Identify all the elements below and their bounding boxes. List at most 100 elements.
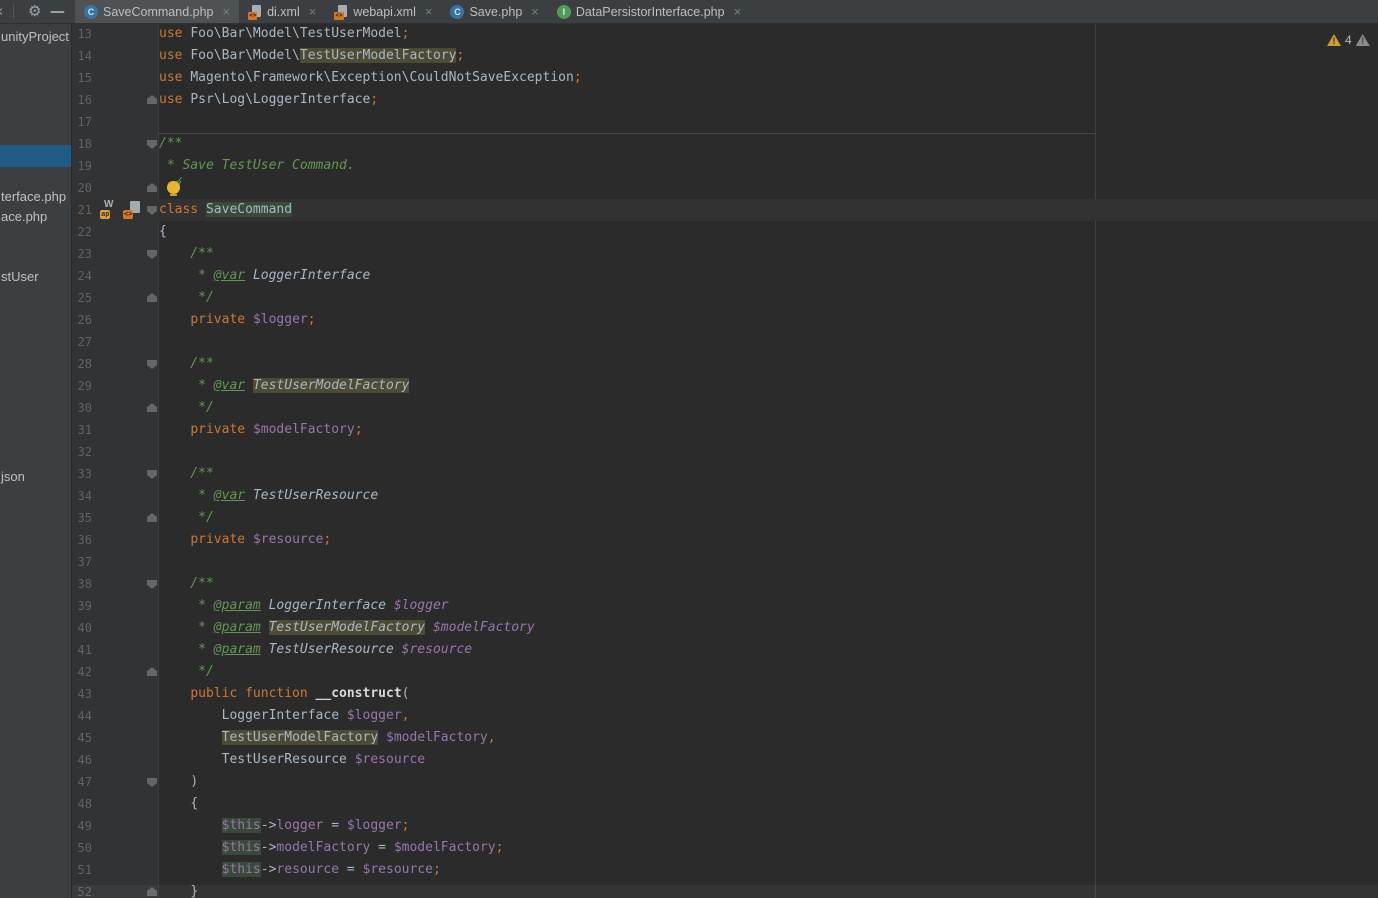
code-text[interactable]: TestUserModelFactory $modelFactory,: [159, 727, 496, 749]
code-text[interactable]: * @var TestUserModelFactory: [159, 375, 409, 397]
code-line[interactable]: 13use Foo\Bar\Model\TestUserModel;: [71, 24, 1378, 45]
code-text[interactable]: */: [159, 397, 214, 419]
code-line[interactable]: 51 $this->resource = $resource;: [71, 859, 1378, 881]
editor-tab[interactable]: IDataPersistorInterface.php×: [548, 0, 750, 23]
code-text[interactable]: * @param LoggerInterface $logger: [159, 595, 449, 617]
code-text[interactable]: private $resource;: [159, 529, 331, 551]
code-line[interactable]: 33 /**: [71, 463, 1378, 485]
code-text[interactable]: {: [159, 221, 167, 243]
hide-panel-icon[interactable]: —: [50, 1, 65, 22]
code-line[interactable]: 35 */: [71, 507, 1378, 529]
code-line[interactable]: 36 private $resource;: [71, 529, 1378, 551]
fold-marker-icon[interactable]: [147, 360, 157, 369]
code-line[interactable]: 27: [71, 331, 1378, 353]
code-text[interactable]: {: [159, 793, 198, 815]
code-text[interactable]: * @param TestUserResource $resource: [159, 639, 472, 661]
code-text[interactable]: * @var LoggerInterface: [159, 265, 370, 287]
code-text[interactable]: use Foo\Bar\Model\TestUserModelFactory;: [159, 45, 464, 67]
code-line[interactable]: 38 /**: [71, 573, 1378, 595]
code-line[interactable]: 45 TestUserModelFactory $modelFactory,: [71, 727, 1378, 749]
webapi-config-icon[interactable]: Wap: [100, 202, 117, 219]
code-line[interactable]: 26 private $logger;: [71, 309, 1378, 331]
code-text[interactable]: class SaveCommand: [159, 199, 292, 221]
code-text[interactable]: ): [159, 771, 198, 793]
code-line[interactable]: 16use Psr\Log\LoggerInterface;: [71, 89, 1378, 111]
code-line[interactable]: 43 public function __construct(: [71, 683, 1378, 705]
code-text[interactable]: /**: [159, 463, 214, 485]
code-line[interactable]: 37: [71, 551, 1378, 573]
code-line[interactable]: 42 */: [71, 661, 1378, 683]
project-tree-item[interactable]: terface.php: [1, 187, 66, 207]
code-line[interactable]: 40 * @param TestUserModelFactory $modelF…: [71, 617, 1378, 639]
code-text[interactable]: $this->modelFactory = $modelFactory;: [159, 837, 503, 859]
code-line[interactable]: 31 private $modelFactory;: [71, 419, 1378, 441]
code-line[interactable]: 46 TestUserResource $resource: [71, 749, 1378, 771]
editor-tab[interactable]: CSave.php×: [441, 0, 547, 23]
intention-bulb-icon[interactable]: ✓: [167, 181, 180, 194]
fold-marker-icon[interactable]: [147, 778, 157, 787]
code-editor[interactable]: 13use Foo\Bar\Model\TestUserModel;14use …: [71, 24, 1378, 898]
code-text[interactable]: use Magento\Framework\Exception\CouldNot…: [159, 67, 582, 89]
fold-marker-icon[interactable]: [147, 667, 157, 676]
code-line[interactable]: 20 */✓: [71, 177, 1378, 199]
code-line[interactable]: 15use Magento\Framework\Exception\CouldN…: [71, 67, 1378, 89]
fold-marker-icon[interactable]: [147, 293, 157, 302]
code-line[interactable]: 22{: [71, 221, 1378, 243]
code-line[interactable]: 48 {: [71, 793, 1378, 815]
code-text[interactable]: private $modelFactory;: [159, 419, 363, 441]
editor-tab[interactable]: CSaveCommand.php×: [75, 0, 239, 23]
collapse-icon[interactable]: «: [0, 1, 3, 22]
fold-marker-icon[interactable]: [147, 580, 157, 589]
code-line[interactable]: 19 * Save TestUser Command.: [71, 155, 1378, 177]
code-text[interactable]: private $logger;: [159, 309, 316, 331]
code-line[interactable]: 21Wap<>class SaveCommand: [71, 199, 1378, 221]
code-text[interactable]: /**: [159, 243, 214, 265]
code-line[interactable]: 24 * @var LoggerInterface: [71, 265, 1378, 287]
code-text[interactable]: use Foo\Bar\Model\TestUserModel;: [159, 24, 409, 45]
code-line[interactable]: 28 /**: [71, 353, 1378, 375]
code-text[interactable]: * @var TestUserResource: [159, 485, 378, 507]
code-text[interactable]: */: [159, 507, 214, 529]
tab-close-icon[interactable]: ×: [734, 5, 742, 18]
code-text[interactable]: /**: [159, 573, 214, 595]
fold-marker-icon[interactable]: [147, 403, 157, 412]
code-text[interactable]: * @param TestUserModelFactory $modelFact…: [159, 617, 535, 639]
code-line[interactable]: 14use Foo\Bar\Model\TestUserModelFactory…: [71, 45, 1378, 67]
inspections-widget[interactable]: ! 4 !: [1327, 33, 1370, 47]
tab-close-icon[interactable]: ×: [309, 5, 317, 18]
code-text[interactable]: $this->logger = $logger;: [159, 815, 410, 837]
code-line[interactable]: 25 */: [71, 287, 1378, 309]
code-line[interactable]: 44 LoggerInterface $logger,: [71, 705, 1378, 727]
editor-tab[interactable]: <>di.xml×: [239, 0, 325, 23]
project-tree-item[interactable]: stUser: [1, 267, 39, 287]
fold-marker-icon[interactable]: [147, 470, 157, 479]
code-line[interactable]: 41 * @param TestUserResource $resource: [71, 639, 1378, 661]
settings-gear-icon[interactable]: ⚙: [28, 1, 41, 22]
fold-marker-icon[interactable]: [147, 513, 157, 522]
code-text[interactable]: /**: [159, 353, 214, 375]
code-line[interactable]: 47 ): [71, 771, 1378, 793]
tab-close-icon[interactable]: ×: [425, 5, 433, 18]
code-line[interactable]: 23 /**: [71, 243, 1378, 265]
code-line[interactable]: 34 * @var TestUserResource: [71, 485, 1378, 507]
project-tree-item[interactable]: json: [1, 467, 25, 487]
code-line[interactable]: 50 $this->modelFactory = $modelFactory;: [71, 837, 1378, 859]
code-line[interactable]: 17: [71, 111, 1378, 133]
code-text[interactable]: * Save TestUser Command.: [159, 155, 355, 177]
tab-close-icon[interactable]: ×: [222, 5, 230, 18]
code-text[interactable]: */: [159, 287, 214, 309]
code-text[interactable]: LoggerInterface $logger,: [159, 705, 409, 727]
fold-marker-icon[interactable]: [147, 250, 157, 259]
fold-marker-icon[interactable]: [147, 206, 157, 215]
tab-close-icon[interactable]: ×: [531, 5, 539, 18]
project-tree-selected-row[interactable]: [0, 145, 71, 167]
project-tree-item[interactable]: unityProject: [1, 27, 69, 47]
fold-marker-icon[interactable]: [147, 183, 157, 192]
code-text[interactable]: TestUserResource $resource: [159, 749, 425, 771]
code-text[interactable]: $this->resource = $resource;: [159, 859, 441, 881]
code-line[interactable]: 49 $this->logger = $logger;: [71, 815, 1378, 837]
project-tree-item[interactable]: ace.php: [1, 207, 47, 227]
code-line[interactable]: 32: [71, 441, 1378, 463]
code-line[interactable]: 18/**: [71, 133, 1378, 155]
fold-marker-icon[interactable]: [147, 95, 157, 104]
